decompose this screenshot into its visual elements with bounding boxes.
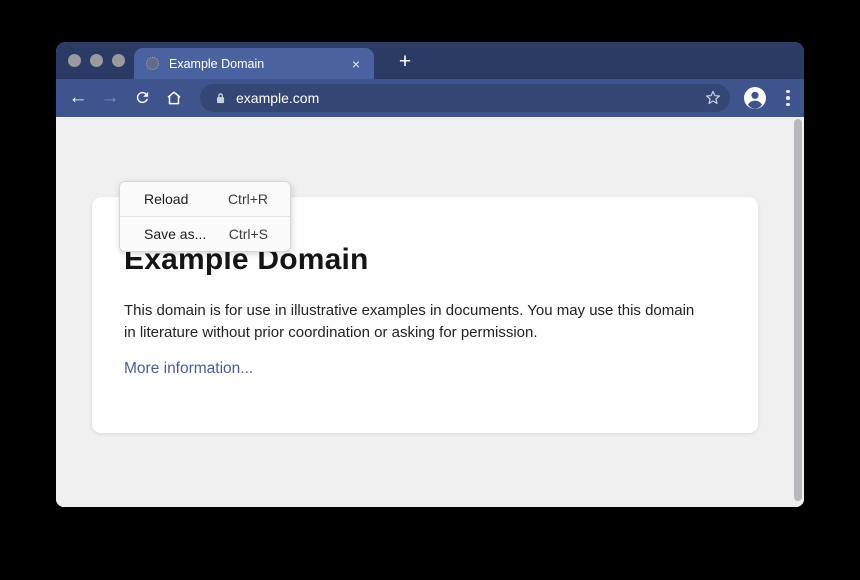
menu-item-label: Save as... bbox=[144, 226, 206, 242]
window-minimize-button[interactable] bbox=[90, 54, 103, 67]
browser-window: Example Domain × + ← → example.com bbox=[56, 42, 804, 507]
context-menu-item-reload[interactable]: Reload Ctrl+R bbox=[120, 182, 290, 216]
tab-title: Example Domain bbox=[169, 57, 348, 71]
context-menu: Reload Ctrl+R Save as... Ctrl+S bbox=[119, 181, 291, 252]
profile-avatar-icon[interactable] bbox=[743, 86, 767, 110]
url-text[interactable]: example.com bbox=[236, 90, 704, 106]
address-bar[interactable]: example.com bbox=[200, 84, 730, 112]
browser-menu-icon[interactable] bbox=[778, 90, 798, 107]
more-information-link[interactable]: More information... bbox=[124, 360, 253, 378]
globe-favicon-icon bbox=[146, 57, 159, 70]
navigation-toolbar: ← → example.com bbox=[56, 79, 804, 117]
home-icon[interactable] bbox=[158, 79, 190, 117]
new-tab-button[interactable]: + bbox=[390, 48, 420, 78]
back-icon[interactable]: ← bbox=[62, 79, 94, 117]
page-viewport: Example Domain This domain is for use in… bbox=[56, 117, 804, 507]
menu-item-shortcut: Ctrl+S bbox=[229, 226, 268, 242]
window-controls bbox=[68, 54, 125, 67]
scrollbar-thumb[interactable] bbox=[794, 119, 802, 501]
menu-item-shortcut: Ctrl+R bbox=[228, 191, 268, 207]
forward-icon[interactable]: → bbox=[94, 79, 126, 117]
window-zoom-button[interactable] bbox=[112, 54, 125, 67]
bookmark-star-icon[interactable] bbox=[704, 89, 722, 107]
page-paragraph: This domain is for use in illustrative e… bbox=[124, 300, 709, 343]
lock-icon bbox=[214, 91, 227, 106]
context-menu-item-save-as[interactable]: Save as... Ctrl+S bbox=[120, 216, 290, 251]
menu-item-label: Reload bbox=[144, 191, 188, 207]
browser-tab[interactable]: Example Domain × bbox=[134, 48, 374, 79]
reload-icon[interactable] bbox=[126, 79, 158, 117]
tab-close-icon[interactable]: × bbox=[348, 57, 364, 71]
window-close-button[interactable] bbox=[68, 54, 81, 67]
tab-strip: Example Domain × + bbox=[56, 42, 804, 79]
scrollbar-track[interactable] bbox=[793, 117, 803, 507]
